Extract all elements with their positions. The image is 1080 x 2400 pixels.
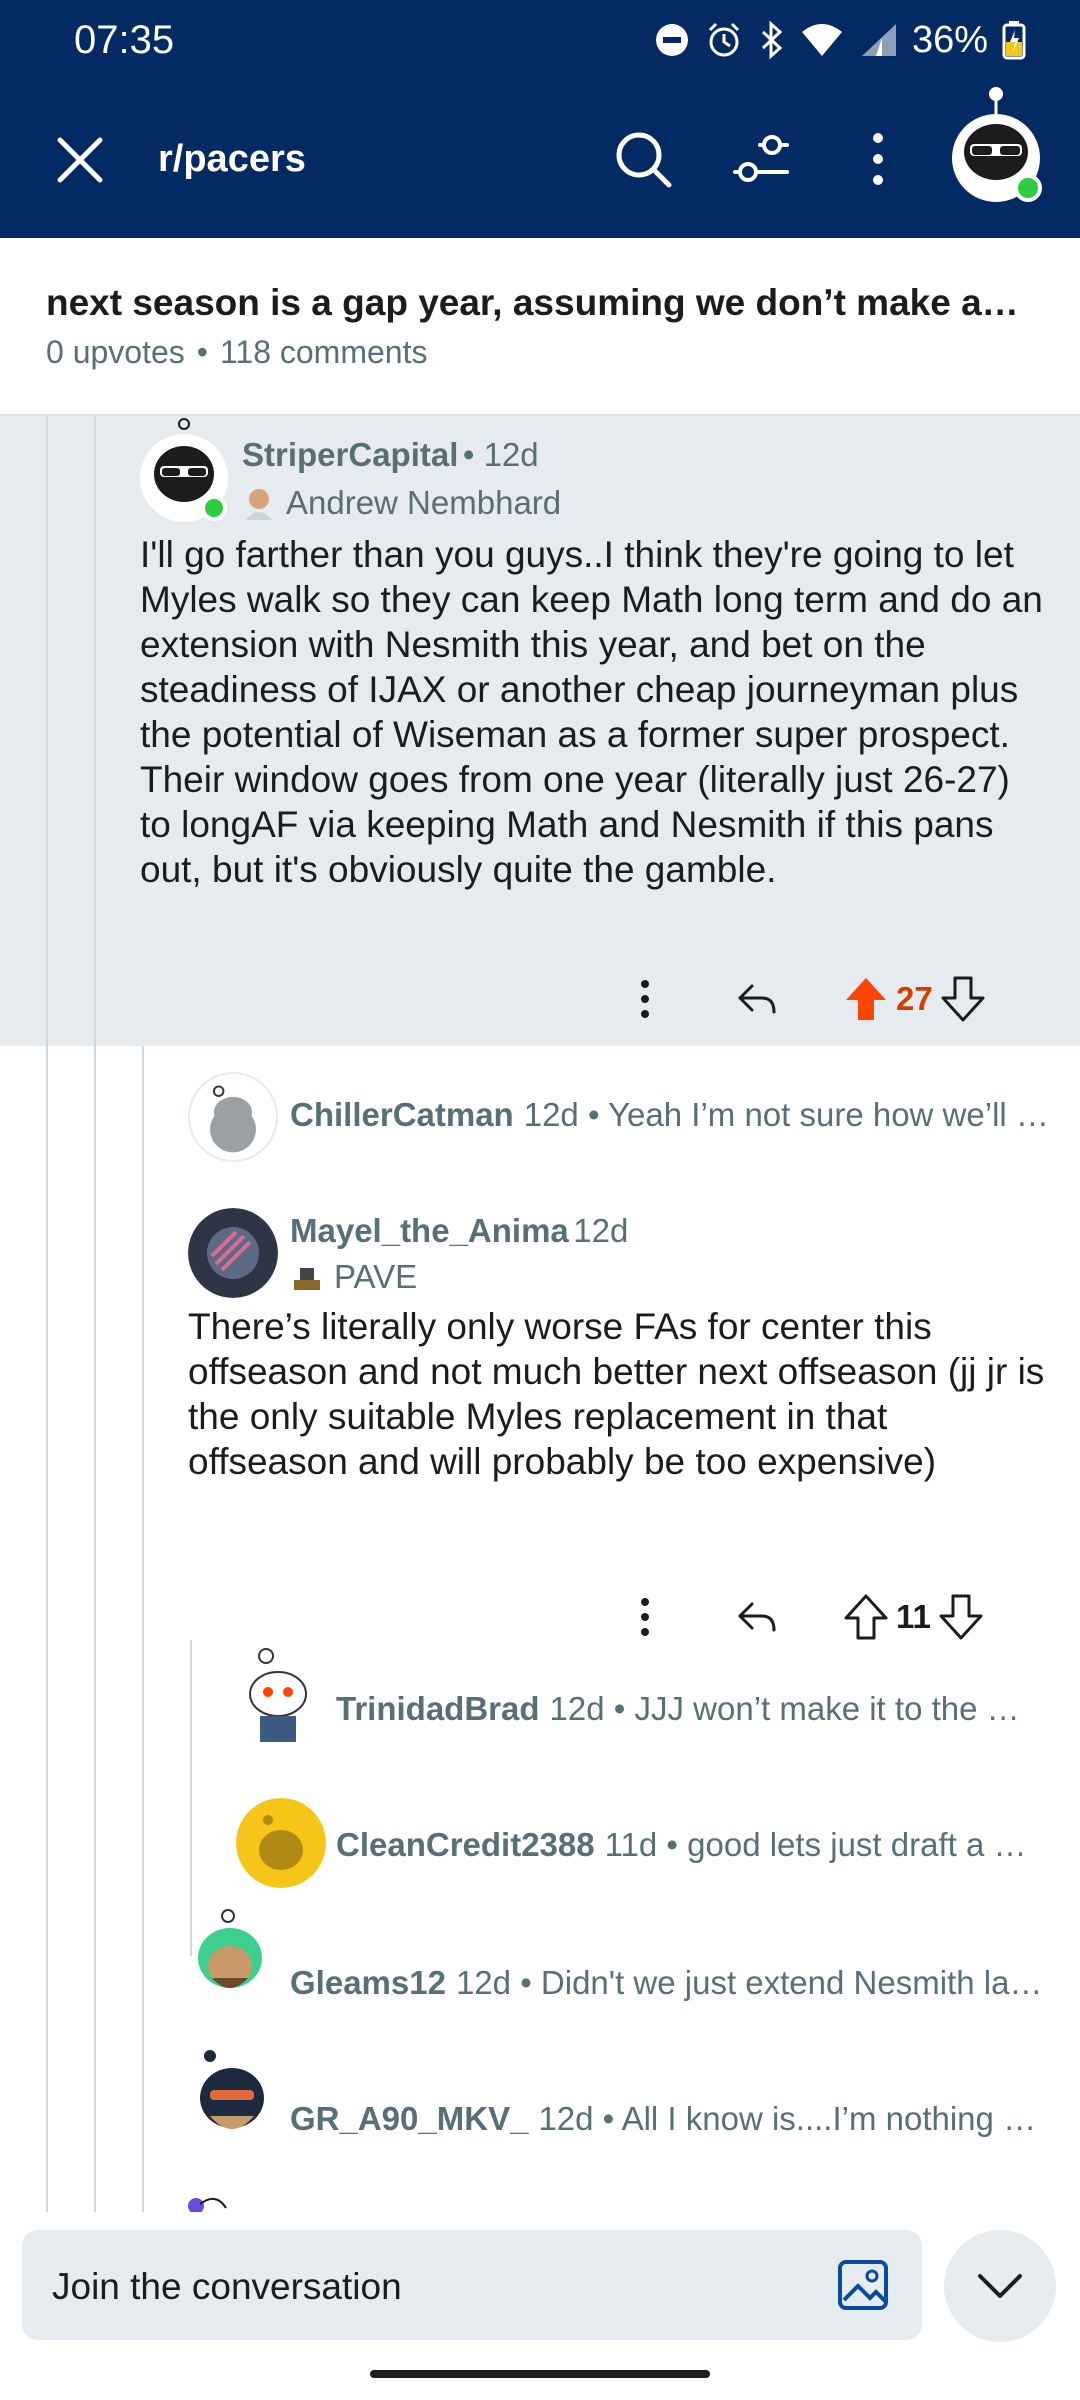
collapsed-reply[interactable]: CleanCredit2388 11d • good lets just draf… (336, 1826, 1036, 1864)
comment-author-row: StriperCapital • 12d (242, 436, 539, 474)
signal-icon (861, 24, 896, 56)
comment-actions: 27 (630, 974, 985, 1024)
battery-percent: 36% (911, 18, 988, 61)
upvote-icon[interactable] (844, 1594, 888, 1640)
user-flair: PAVE (290, 1258, 417, 1296)
subreddit-name[interactable]: r/pacers (158, 138, 306, 181)
downvote-icon[interactable] (939, 1594, 983, 1640)
bluetooth-icon (761, 20, 783, 60)
flair-text: Andrew Nembhard (286, 484, 562, 521)
comment-author-row: Mayel_the_Anima 12d (290, 1212, 628, 1250)
wifi-icon (801, 24, 842, 56)
reply-preview: • All I know is....I’m nothing o… (602, 2100, 1050, 2137)
reply-username[interactable]: Gleams12 (290, 1964, 446, 2001)
snoo-avatar-icon[interactable] (188, 1072, 278, 1162)
close-icon[interactable] (50, 130, 110, 190)
snoo-avatar-icon[interactable] (188, 1908, 278, 2008)
top-bar: 07:35 36% r/pacers (0, 0, 1080, 238)
comment-actions: 11 (630, 1592, 983, 1642)
collapsed-reply[interactable]: GR_A90_MKV_ 12d • All I know is....I’m no… (290, 2100, 1050, 2138)
partial-avatar-icon (188, 2197, 227, 2212)
commenter-avatar-icon[interactable] (188, 1208, 278, 1298)
reply-icon[interactable] (734, 1594, 780, 1640)
reply-preview: • Yeah I’m not sure how we’ll … (587, 1096, 1049, 1133)
comment-body: There’s literally only worse FAs for cen… (188, 1306, 1045, 1482)
post-comment-count: 118 comments (219, 334, 428, 370)
comment-composer-input[interactable]: Join the conversation (22, 2230, 922, 2340)
reply-username[interactable]: GR_A90_MKV_ (290, 2100, 528, 2137)
snoo-avatar-icon[interactable] (236, 1646, 326, 1746)
comment-body: I'll go farther than you guys..I think t… (140, 534, 1043, 890)
status-bar: 07:35 36% (0, 0, 1080, 80)
dnd-icon (655, 24, 688, 56)
post-title[interactable]: next season is a gap year, assuming we d… (46, 282, 1036, 324)
comment-age: 12d (573, 1212, 629, 1249)
comment-username[interactable]: StriperCapital (242, 436, 458, 473)
collapsed-reply[interactable]: TrinidadBrad 12d • JJJ won’t make it to t… (336, 1690, 1036, 1728)
reply-icon[interactable] (734, 976, 780, 1022)
reply-age: 12d (455, 1964, 512, 2001)
bottom-bar: Join the conversation (0, 2212, 1080, 2400)
status-icons: 36% (654, 18, 1026, 62)
commenter-avatar-icon[interactable] (140, 416, 236, 526)
post-upvotes: 0 upvotes (46, 334, 185, 370)
jump-next-button[interactable] (944, 2230, 1056, 2342)
downvote-icon[interactable] (941, 976, 985, 1022)
highlighted-comment: StriperCapital • 12d Andrew Nembhard I'l… (0, 416, 1080, 1046)
thread-line[interactable] (94, 1046, 96, 2212)
chevron-down-icon (978, 2274, 1022, 2298)
collapsed-reply[interactable]: ChillerCatman 12d • Yeah I’m not sure how… (290, 1096, 1050, 1134)
flair-player-icon (246, 489, 272, 520)
thread-line[interactable] (46, 1046, 48, 2212)
home-indicator[interactable] (370, 2370, 710, 2378)
image-upload-icon[interactable] (836, 2258, 890, 2312)
reply-username[interactable]: ChillerCatman (290, 1096, 514, 1133)
status-time: 07:35 (74, 18, 175, 62)
comment-age: • 12d (462, 436, 539, 473)
comment-username[interactable]: Mayel_the_Anima (290, 1212, 569, 1249)
app-header: r/pacers (0, 87, 1080, 212)
battery-charging-icon (1002, 21, 1026, 60)
vote-count: 11 (896, 1598, 931, 1635)
user-flair: Andrew Nembhard (242, 484, 561, 522)
sort-filter-icon[interactable] (730, 128, 792, 190)
vote-count: 27 (896, 980, 933, 1017)
snoo-avatar-icon[interactable] (188, 2046, 278, 2146)
reply-age: 11d (604, 1826, 658, 1863)
post-header[interactable]: next season is a gap year, assuming we d… (0, 238, 1080, 416)
user-avatar-icon[interactable] (948, 86, 1044, 206)
flair-pave-icon (294, 1268, 320, 1290)
search-icon[interactable] (612, 128, 674, 190)
reply-preview: • Didn't we just extend Nesmith la… (520, 1964, 1043, 2001)
thread-line[interactable] (94, 416, 96, 1046)
reply-preview: • good lets just draft a r… (666, 1826, 1036, 1863)
comment-thread: ChillerCatman 12d • Yeah I’m not sure how… (0, 1046, 1080, 2212)
comment-more-icon[interactable] (630, 974, 660, 1024)
post-meta: 0 upvotes • 118 comments (46, 334, 428, 370)
more-options-icon[interactable] (860, 128, 896, 190)
snoo-avatar-icon[interactable] (236, 1798, 326, 1888)
reply-preview: • JJJ won’t make it to the m… (613, 1690, 1036, 1727)
reply-age: 12d (538, 2100, 594, 2137)
thread-line[interactable] (142, 1046, 144, 2212)
comment-more-icon[interactable] (630, 1592, 660, 1642)
thread-line[interactable] (46, 416, 48, 1046)
reply-username[interactable]: CleanCredit2388 (336, 1826, 595, 1863)
composer-placeholder: Join the conversation (52, 2266, 402, 2307)
reply-age: 12d (523, 1096, 579, 1133)
upvote-active-icon[interactable] (844, 976, 888, 1022)
flair-text: PAVE (334, 1258, 418, 1295)
collapsed-reply[interactable]: Gleams12 12d • Didn't we just extend Nesm… (290, 1964, 1050, 2002)
reply-age: 12d (549, 1690, 605, 1727)
alarm-icon (708, 22, 739, 57)
reply-username[interactable]: TrinidadBrad (336, 1690, 540, 1727)
